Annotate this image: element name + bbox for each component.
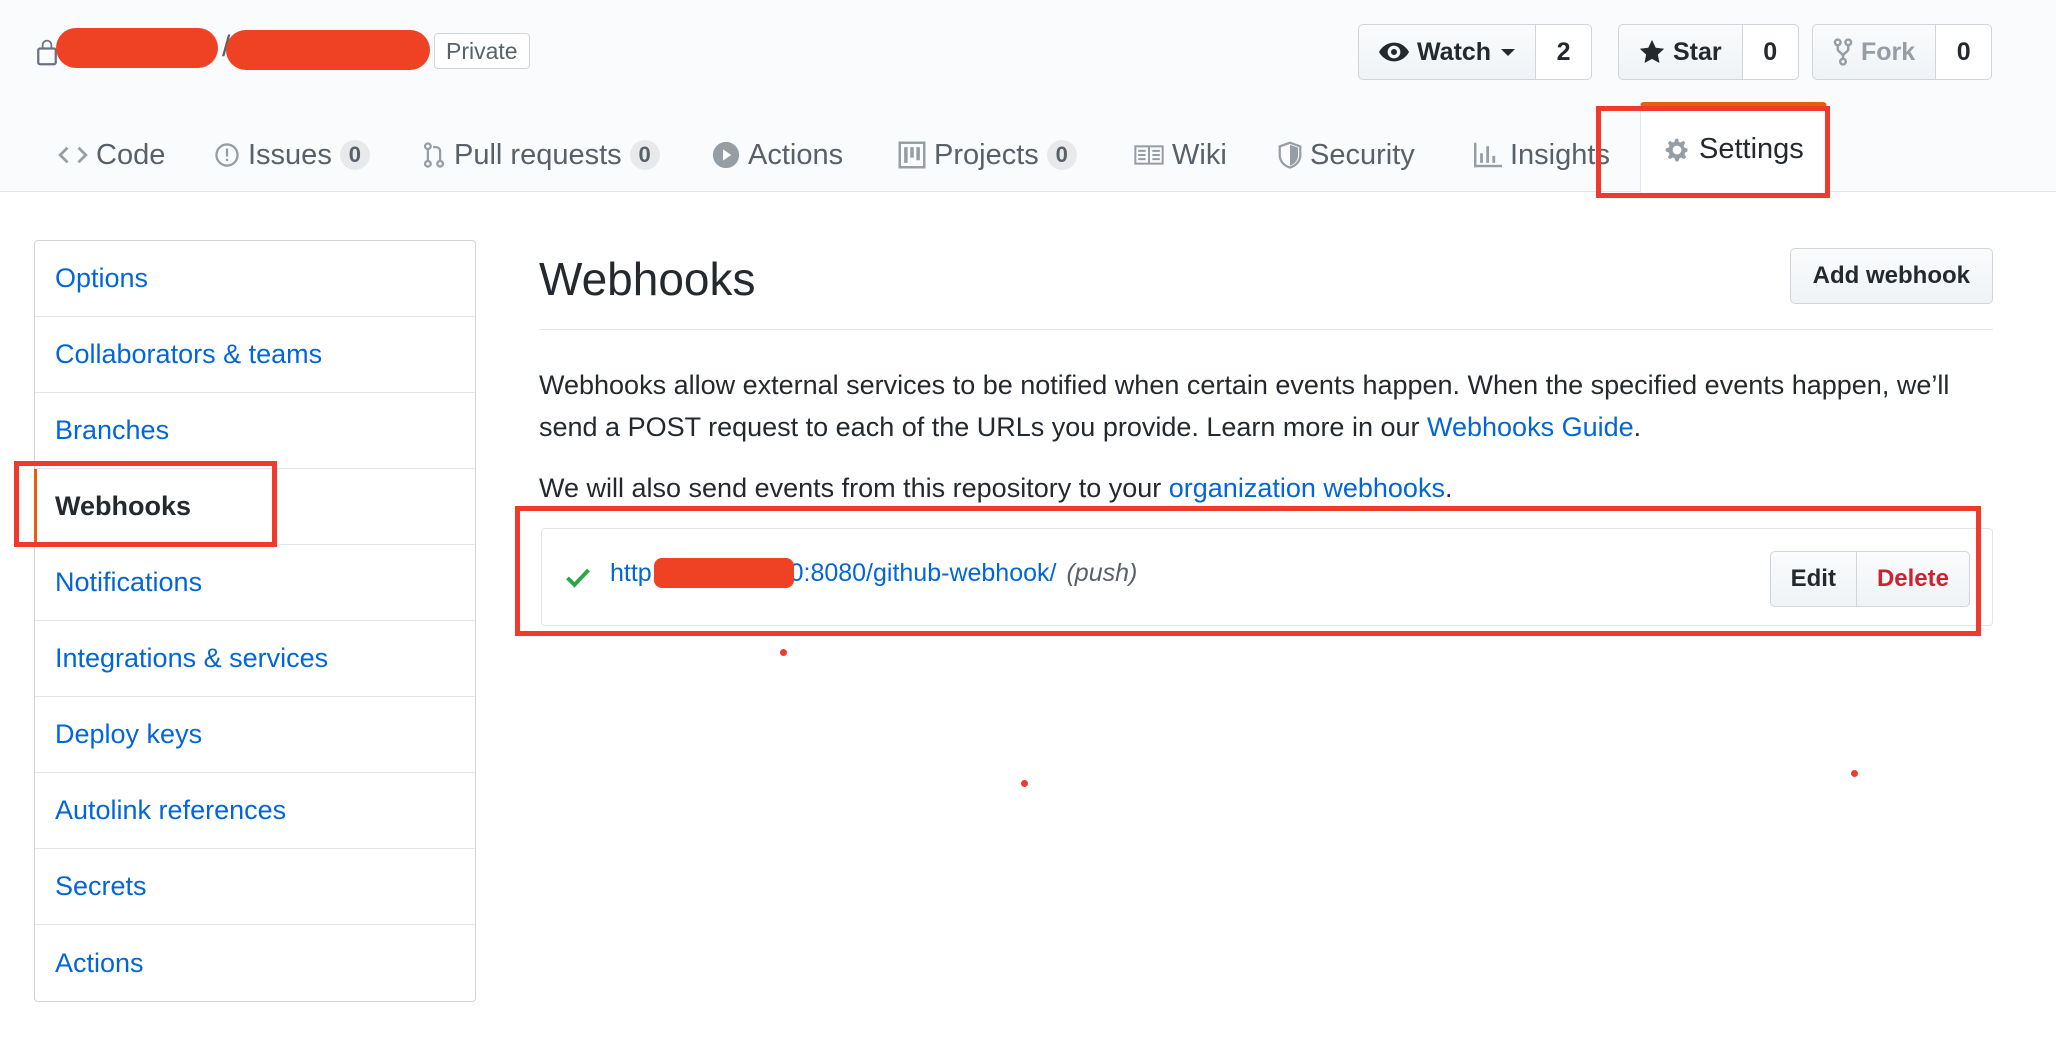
owner-name-redacted[interactable] bbox=[56, 28, 218, 68]
tab-label: Insights bbox=[1510, 138, 1610, 171]
watch-group: Watch 2 bbox=[1358, 24, 1593, 80]
star-button[interactable]: Star bbox=[1618, 24, 1743, 80]
settings-sidebar: Options Collaborators & teams Branches W… bbox=[34, 240, 476, 1002]
fork-icon bbox=[1833, 38, 1853, 66]
sidebar-item-label: Options bbox=[55, 263, 149, 293]
tab-label: Actions bbox=[748, 138, 844, 171]
org-note-text: We will also send events from this repos… bbox=[539, 473, 1169, 503]
webhook-url-link[interactable]: http:/ 0:8080/github-webhook/ (push) bbox=[610, 558, 1137, 588]
annotation-dot bbox=[1021, 780, 1028, 787]
tab-label: Settings bbox=[1699, 133, 1804, 165]
pull-request-icon bbox=[422, 141, 446, 169]
project-icon bbox=[898, 141, 926, 169]
sidebar-item-label: Autolink references bbox=[55, 795, 287, 825]
webhook-actions: Edit Delete bbox=[1769, 551, 1970, 607]
watch-button[interactable]: Watch bbox=[1358, 24, 1537, 80]
sidebar-item-secrets[interactable]: Secrets bbox=[35, 849, 475, 925]
play-icon bbox=[712, 141, 740, 169]
tab-actions[interactable]: Actions bbox=[712, 130, 843, 180]
tab-count: 0 bbox=[1046, 140, 1077, 170]
sidebar-item-label: Deploy keys bbox=[55, 719, 203, 749]
webhook-events: (push) bbox=[1066, 558, 1138, 587]
subhead: Webhooks Add webhook bbox=[539, 246, 1993, 330]
webhooks-guide-link[interactable]: Webhooks Guide bbox=[1427, 412, 1634, 442]
code-icon bbox=[58, 144, 88, 166]
sidebar-item-label: Actions bbox=[55, 947, 144, 978]
webhooks-description: Webhooks allow external services to be n… bbox=[539, 364, 1993, 448]
tab-issues[interactable]: Issues 0 bbox=[214, 130, 370, 180]
issue-icon bbox=[214, 142, 240, 168]
tab-projects[interactable]: Projects 0 bbox=[898, 130, 1077, 180]
chevron-down-icon bbox=[1501, 48, 1516, 56]
sidebar-item-branches[interactable]: Branches bbox=[35, 393, 475, 469]
sidebar-item-collaborators[interactable]: Collaborators & teams bbox=[35, 317, 475, 393]
annotation-dot bbox=[780, 649, 787, 656]
tab-security[interactable]: Security bbox=[1278, 130, 1415, 180]
tab-pull-requests[interactable]: Pull requests 0 bbox=[422, 130, 660, 180]
edit-button[interactable]: Edit bbox=[1769, 551, 1857, 607]
sidebar-item-notifications[interactable]: Notifications bbox=[35, 545, 475, 621]
sidebar-item-label: Notifications bbox=[55, 567, 203, 597]
tab-count: 0 bbox=[629, 140, 660, 170]
sidebar-item-options[interactable]: Options bbox=[35, 241, 475, 317]
fork-count[interactable]: 0 bbox=[1936, 24, 1993, 80]
watch-count[interactable]: 2 bbox=[1536, 24, 1593, 80]
check-icon bbox=[566, 568, 590, 588]
sidebar-item-label: Integrations & services bbox=[55, 643, 329, 673]
tab-count: 0 bbox=[339, 140, 370, 170]
tab-label: Pull requests bbox=[454, 138, 622, 171]
page-title: Webhooks bbox=[539, 253, 756, 305]
delete-button[interactable]: Delete bbox=[1856, 551, 1970, 607]
tab-label: Projects bbox=[934, 138, 1039, 171]
star-group: Star 0 bbox=[1618, 24, 1799, 80]
tab-label: Wiki bbox=[1172, 138, 1227, 171]
sidebar-item-label: Branches bbox=[55, 415, 170, 445]
sidebar-item-label: Collaborators & teams bbox=[55, 339, 323, 369]
sidebar-item-deploy-keys[interactable]: Deploy keys bbox=[35, 697, 475, 773]
org-note-period: . bbox=[1444, 473, 1453, 503]
webhook-item: http:/ 0:8080/github-webhook/ (push) Edi… bbox=[541, 528, 1993, 626]
tab-wiki[interactable]: Wiki bbox=[1134, 130, 1227, 180]
sidebar-item-label: Webhooks bbox=[55, 491, 192, 521]
webhook-host-redacted bbox=[653, 558, 794, 588]
book-icon bbox=[1134, 144, 1164, 166]
org-webhooks-note: We will also send events from this repos… bbox=[539, 467, 1993, 509]
repo-header: / Private Watch 2 Star 0 bbox=[0, 0, 2056, 193]
shield-icon bbox=[1278, 140, 1302, 170]
description-period: . bbox=[1633, 412, 1642, 442]
star-count[interactable]: 0 bbox=[1742, 24, 1799, 80]
fork-button[interactable]: Fork bbox=[1812, 24, 1937, 80]
fork-label: Fork bbox=[1861, 37, 1916, 66]
star-label: Star bbox=[1673, 37, 1722, 66]
tab-code[interactable]: Code bbox=[58, 130, 165, 180]
add-webhook-button[interactable]: Add webhook bbox=[1789, 248, 1993, 304]
webhook-url-suffix: 0:8080/github-webhook/ bbox=[789, 558, 1057, 587]
tab-label: Code bbox=[96, 138, 166, 171]
description-text: Webhooks allow external services to be n… bbox=[539, 370, 1950, 442]
sidebar-item-label: Secrets bbox=[55, 871, 147, 901]
tab-settings[interactable]: Settings bbox=[1640, 102, 1827, 193]
sidebar-item-actions[interactable]: Actions bbox=[35, 925, 475, 1001]
annotation-dot bbox=[1851, 770, 1858, 777]
eye-icon bbox=[1379, 42, 1409, 62]
tab-insights[interactable]: Insights bbox=[1474, 130, 1610, 180]
watch-label: Watch bbox=[1417, 37, 1492, 66]
gear-icon bbox=[1663, 136, 1691, 164]
private-label: Private bbox=[434, 33, 530, 69]
fork-group: Fork 0 bbox=[1812, 24, 1993, 80]
tab-label: Security bbox=[1310, 138, 1415, 171]
star-icon bbox=[1639, 39, 1665, 64]
repo-name-redacted[interactable] bbox=[226, 30, 430, 70]
graph-icon bbox=[1474, 142, 1502, 168]
sidebar-item-integrations[interactable]: Integrations & services bbox=[35, 621, 475, 697]
sidebar-item-webhooks[interactable]: Webhooks bbox=[34, 469, 475, 545]
sidebar-item-autolink-references[interactable]: Autolink references bbox=[35, 773, 475, 849]
tab-label: Issues bbox=[248, 138, 332, 171]
organization-webhooks-link[interactable]: organization webhooks bbox=[1169, 473, 1445, 503]
